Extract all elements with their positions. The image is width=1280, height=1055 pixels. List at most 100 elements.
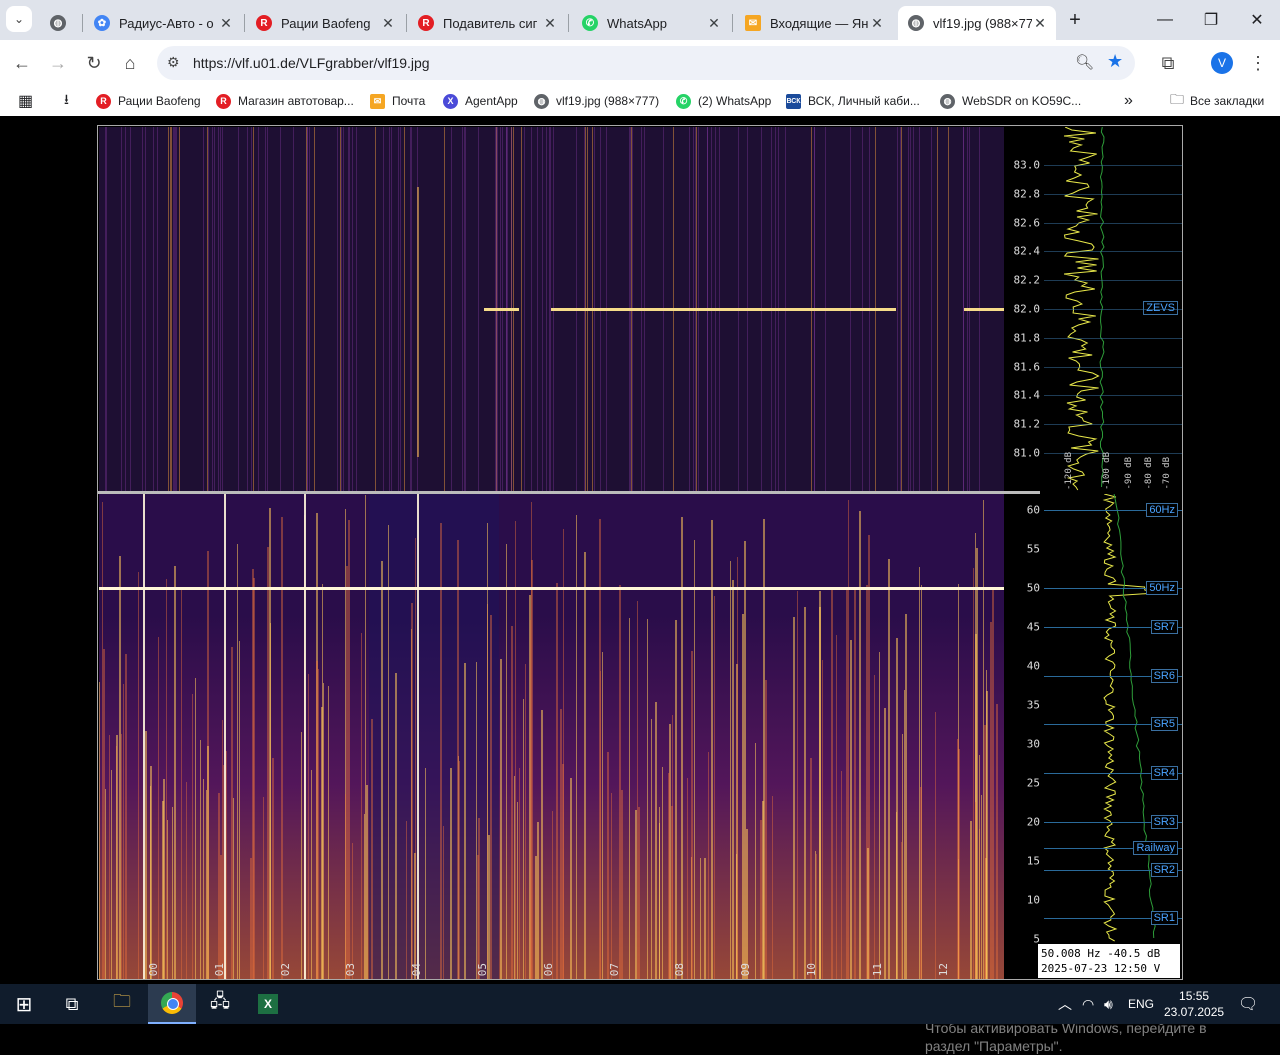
tab-strip: ⌄ ◍ ✿ Радиус-Авто - о ✕ R Рации Baofeng … [0, 0, 1280, 40]
vsk-icon: ВСК [786, 93, 801, 109]
site-settings-icon[interactable]: ⚙ [167, 54, 180, 71]
frequency-axis-bottom: 60 55 50 45 40 35 30 25 20 15 10 5 [1004, 494, 1044, 979]
close-icon[interactable]: ✕ [1032, 15, 1048, 32]
readout-line-2: 2025-07-23 12:50 V [1041, 962, 1161, 975]
vlf-spectrogram-image[interactable]: 00 01 02 03 04 05 06 07 08 09 10 11 12 83.0 82.8 82.6 8… [97, 125, 1183, 980]
close-icon[interactable]: ✕ [380, 15, 396, 32]
reload-icon[interactable]: ↻ [80, 49, 108, 77]
toolbar: ← → ↻ ⌂ ⚙ https://vlf.u01.de/VLFgrabber/… [0, 40, 1280, 86]
new-tab-button[interactable]: + [1052, 0, 1098, 40]
file-explorer-icon[interactable]: 🗀 [98, 984, 146, 1024]
address-bar[interactable]: ⚙ https://vlf.u01.de/VLFgrabber/vlf19.jp… [157, 46, 1135, 80]
resonance-marker: SR3 [1150, 815, 1178, 829]
freq-tick-top: 81.8 [1013, 331, 1041, 345]
network-app-icon[interactable]: 🖧 [196, 984, 244, 1024]
download-icon[interactable]: ⭳ [64, 91, 69, 111]
freq-tick-top: 81.0 [1013, 446, 1041, 460]
tab-title: vlf19.jpg (988×77 [933, 15, 1032, 31]
close-icon[interactable]: ✕ [218, 15, 234, 32]
clock-time: 15:55 [1179, 989, 1210, 1003]
tab-title: WhatsApp [607, 15, 667, 31]
language-indicator[interactable]: ENG [1128, 984, 1154, 1024]
tab-vlf19[interactable]: ◍ vlf19.jpg (988×77 ✕ [898, 6, 1056, 40]
globe-icon: ◍ [908, 15, 924, 31]
bookmark-label: AgentApp [465, 94, 518, 108]
all-bookmarks-label: Все закладки [1190, 94, 1265, 108]
more-bookmarks-button[interactable]: » [1124, 91, 1133, 111]
resonance-marker: SR5 [1150, 717, 1178, 731]
page-content: 00 01 02 03 04 05 06 07 08 09 10 11 12 83.0 82.8 82.6 8… [0, 116, 1280, 1054]
task-view-icon[interactable]: ⧉ [48, 984, 96, 1024]
notifications-icon[interactable]: 🗨 [1238, 984, 1258, 1024]
tab-search-button[interactable]: ⌄ [6, 6, 32, 32]
profile-avatar[interactable]: V [1211, 52, 1233, 74]
excel-icon[interactable]: X [244, 984, 292, 1024]
bookmarks-bar: ▦ ⭳ R Рации Baofeng R Магазин автотовар.… [0, 86, 1280, 116]
bookmark-mail[interactable]: ✉ Почта [370, 91, 425, 111]
freq-tick-top: 82.6 [1013, 216, 1041, 230]
close-icon[interactable]: ✕ [706, 15, 722, 32]
forward-icon[interactable]: → [44, 49, 72, 77]
clock[interactable]: 15:55 23.07.2025 [1164, 984, 1224, 1024]
bookmark-baofeng[interactable]: R Рации Baofeng [96, 91, 201, 111]
close-icon[interactable]: ✕ [542, 15, 558, 32]
time-tick: 03 [344, 962, 358, 976]
close-window-icon[interactable]: ✕ [1234, 0, 1280, 40]
minimize-icon[interactable]: — [1142, 0, 1188, 40]
tab-radius-auto[interactable]: ✿ Радиус-Авто - о ✕ [84, 6, 242, 40]
time-tick: 04 [410, 962, 424, 976]
volume-icon[interactable]: 🔊︎ [1104, 984, 1113, 1024]
star-icon[interactable]: ★ [1107, 51, 1123, 72]
close-icon[interactable]: ✕ [869, 15, 885, 32]
zoom-icon[interactable]: 🔍︎ [1075, 53, 1094, 71]
bookmark-vsk[interactable]: ВСК ВСК, Личный каби... [786, 91, 920, 111]
resonance-marker: 50Hz [1146, 581, 1178, 595]
tab-whatsapp[interactable]: ✆ WhatsApp ✕ [572, 6, 730, 40]
clock-date: 23.07.2025 [1164, 1005, 1225, 1019]
bookmark-whatsapp[interactable]: ✆ (2) WhatsApp [676, 91, 771, 111]
tab-podavitel[interactable]: R Подавитель сиг ✕ [408, 6, 566, 40]
freq-tick-bottom: 50 [1026, 581, 1040, 595]
tab-baofeng[interactable]: R Рации Baofeng ✕ [246, 6, 404, 40]
freq-tick-bottom: 45 [1026, 620, 1040, 634]
back-icon[interactable]: ← [8, 49, 36, 77]
freq-tick-top: 82.8 [1013, 187, 1041, 201]
bookmark-vlf19[interactable]: ◍ vlf19.jpg (988×777) [534, 91, 659, 111]
tab-inbox[interactable]: ✉ Входящие — Ян ✕ [735, 6, 893, 40]
chrome-icon[interactable] [148, 984, 196, 1024]
globe-icon: ◍ [940, 93, 955, 109]
freq-tick-bottom: 20 [1026, 815, 1040, 829]
freq-tick-bottom: 30 [1026, 737, 1040, 751]
bookmark-label: WebSDR on KO59C... [962, 94, 1082, 108]
all-bookmarks[interactable]: 🗀 Все закладки [1170, 91, 1264, 111]
agentapp-icon: X [443, 93, 458, 109]
tray-chevron-icon[interactable]: ︿ [1058, 984, 1072, 1024]
home-icon[interactable]: ⌂ [116, 49, 144, 77]
freq-tick-bottom: 15 [1026, 854, 1040, 868]
time-tick: 07 [607, 962, 621, 976]
apps-icon[interactable]: ▦ [18, 91, 33, 111]
tab-globe[interactable]: ◍ [40, 6, 80, 40]
resonance-marker: SR2 [1150, 863, 1178, 877]
extensions-icon[interactable]: ⧉ [1154, 49, 1182, 77]
bookmark-agentapp[interactable]: X AgentApp [443, 91, 518, 111]
spectrogram-top [99, 127, 1004, 492]
spectrum-plot-top: ZEVS -120 dB -100 dB -90 dB -80 dB -70 dB [1044, 127, 1182, 492]
mail-icon: ✉ [370, 93, 385, 109]
whatsapp-icon: ✆ [676, 93, 691, 109]
bookmark-label: Почта [392, 94, 426, 108]
resonance-marker: 60Hz [1146, 503, 1178, 517]
time-tick: 08 [673, 962, 687, 976]
time-tick: 01 [212, 962, 226, 976]
freq-tick-top: 81.4 [1013, 388, 1041, 402]
url-text[interactable]: https://vlf.u01.de/VLFgrabber/vlf19.jpg [193, 55, 430, 71]
bookmark-shop[interactable]: R Магазин автотовар... [216, 91, 354, 111]
wifi-icon[interactable]: ◠ [1082, 984, 1094, 1024]
freq-tick-top: 81.2 [1013, 417, 1041, 431]
menu-icon[interactable]: ⋮ [1244, 49, 1272, 77]
windows-start-icon[interactable]: ⊞ [0, 984, 48, 1024]
bookmark-websdr[interactable]: ◍ WebSDR on KO59C... [940, 91, 1081, 111]
whatsapp-icon: ✆ [582, 15, 598, 31]
zevs-marker: ZEVS [1143, 301, 1178, 315]
restore-icon[interactable]: ❐ [1188, 0, 1234, 40]
